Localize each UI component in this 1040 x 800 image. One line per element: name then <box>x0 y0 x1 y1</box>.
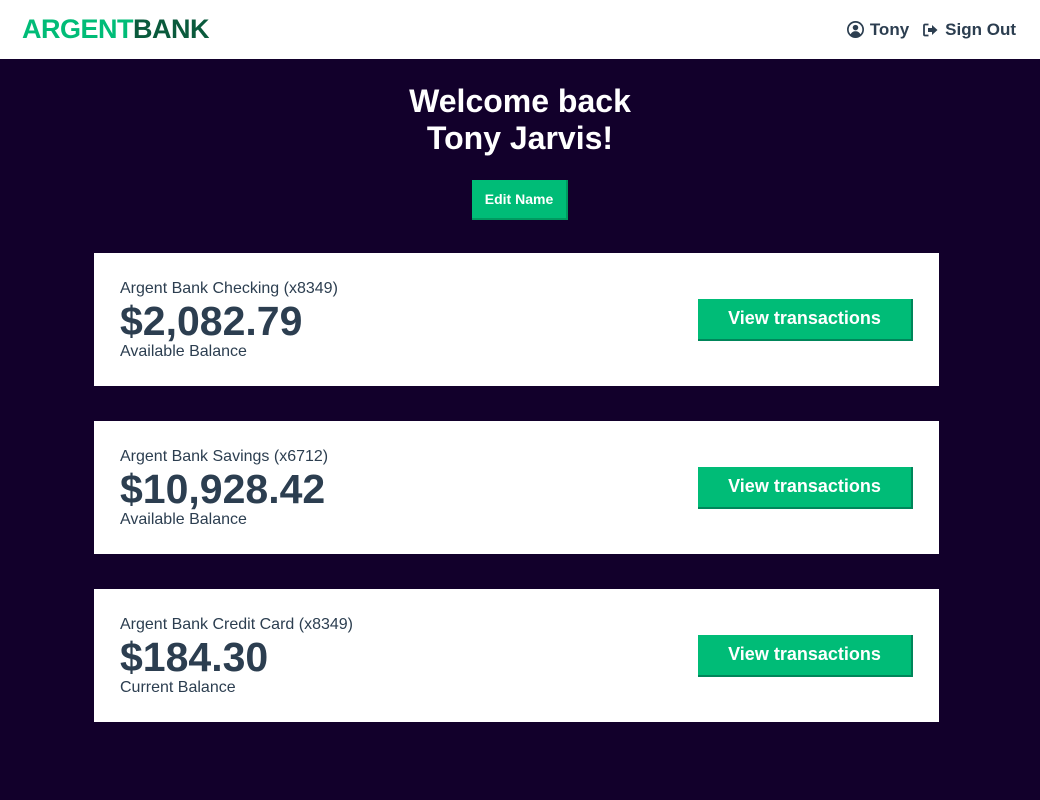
welcome-header: Welcome back Tony Jarvis! Edit Name <box>0 59 1040 220</box>
account-info: Argent Bank Credit Card (x8349) $184.30 … <box>120 614 353 697</box>
nav-user-label: Tony <box>869 19 910 39</box>
account-info: Argent Bank Savings (x6712) $10,928.42 A… <box>120 446 328 529</box>
user-circle-icon <box>846 21 864 38</box>
account-card-credit: Argent Bank Credit Card (x8349) $184.30 … <box>94 589 939 722</box>
account-amount: $10,928.42 <box>120 466 326 512</box>
welcome-line2: Tony Jarvis! <box>426 120 614 156</box>
account-amount: $2,082.79 <box>120 298 303 344</box>
nav-right: Tony Sign Out <box>846 19 1016 40</box>
account-info: Argent Bank Checking (x8349) $2,082.79 A… <box>120 278 338 361</box>
account-amount: $184.30 <box>120 634 269 680</box>
view-transactions-button[interactable]: View transactions <box>698 466 913 509</box>
account-title: Argent Bank Checking (x8349) <box>120 280 338 297</box>
welcome-title: Welcome back Tony Jarvis! <box>0 83 1040 157</box>
welcome-line1: Welcome back <box>409 83 631 119</box>
main-content: Welcome back Tony Jarvis! Edit Name Arge… <box>0 59 1040 800</box>
edit-name-button[interactable]: Edit Name <box>472 180 568 220</box>
view-transactions-button[interactable]: View transactions <box>698 634 913 677</box>
account-card-savings: Argent Bank Savings (x6712) $10,928.42 A… <box>94 421 939 554</box>
brand-logo[interactable]: ARGENT BANK <box>22 14 210 44</box>
account-title: Argent Bank Savings (x6712) <box>120 448 329 465</box>
nav-user-link[interactable]: Tony <box>846 19 910 40</box>
account-balance-label: Available Balance <box>120 343 247 360</box>
sign-out-label: Sign Out <box>945 19 1016 39</box>
view-transactions-button[interactable]: View transactions <box>698 298 913 341</box>
sign-out-icon <box>923 23 939 37</box>
account-balance-label: Current Balance <box>120 679 236 696</box>
account-title: Argent Bank Credit Card (x8349) <box>120 616 353 633</box>
brand-logo-part1: ARGENT <box>22 14 134 44</box>
account-card-checking: Argent Bank Checking (x8349) $2,082.79 A… <box>94 253 939 386</box>
main-nav: ARGENT BANK Tony Sign Out <box>0 0 1040 59</box>
brand-logo-part2: BANK <box>133 14 210 44</box>
sign-out-link[interactable]: Sign Out <box>923 20 1016 40</box>
accounts-list: Argent Bank Checking (x8349) $2,082.79 A… <box>94 253 939 757</box>
account-balance-label: Available Balance <box>120 511 247 528</box>
